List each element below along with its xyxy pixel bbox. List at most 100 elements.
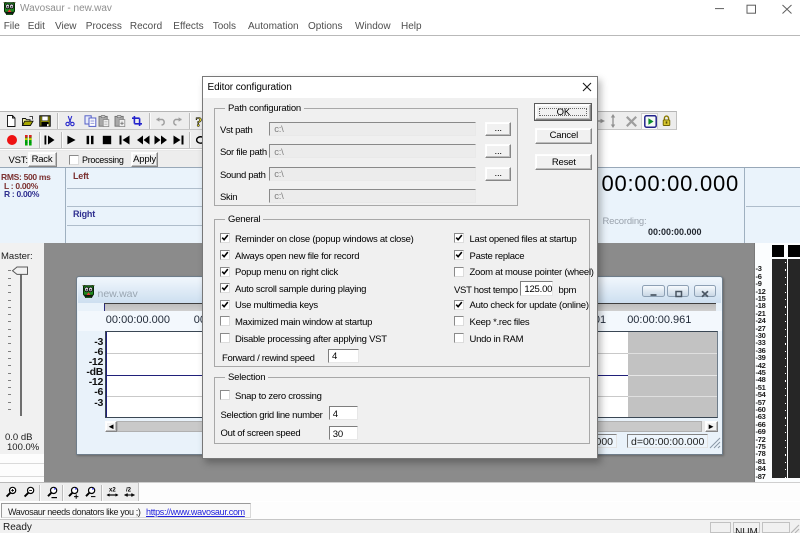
menu-item-process[interactable]: Process (86, 21, 122, 32)
general-left-3-checkbox[interactable] (220, 283, 230, 293)
play-icon[interactable] (65, 134, 77, 146)
general-right-0-checkbox[interactable] (454, 233, 464, 243)
path-browse-button[interactable]: ... (485, 167, 511, 181)
zoom-out-icon[interactable] (23, 486, 36, 499)
rms-right-value: R : 0.00% (4, 189, 39, 199)
menu-item-view[interactable]: View (55, 21, 77, 32)
processing-checkbox[interactable] (69, 155, 79, 165)
general-right-4-checkbox[interactable] (454, 300, 464, 310)
child-resize-grip[interactable] (709, 437, 721, 449)
general-right-1-checkbox[interactable] (454, 250, 464, 260)
menu-bar: File Edit View Process Record Effects Tools Aut… (0, 17, 800, 35)
menu-item-tools[interactable]: Tools (213, 21, 236, 32)
general-left-0-checkbox[interactable] (220, 233, 230, 243)
path-row-field[interactable]: c:\ (269, 189, 476, 203)
menu-item-record[interactable]: Record (130, 21, 162, 32)
menu-item-edit[interactable]: Edit (28, 21, 45, 32)
undo-icon[interactable] (154, 115, 167, 127)
trim-icon[interactable] (131, 115, 143, 127)
zoom-half-icon[interactable]: /2 (123, 486, 136, 499)
copy-icon[interactable] (84, 115, 97, 127)
delete-x-icon[interactable] (625, 115, 638, 128)
child-restore-button[interactable] (667, 285, 690, 297)
play-start-icon[interactable] (43, 134, 56, 146)
path-browse-button[interactable]: ... (485, 122, 511, 136)
general-left-4-checkbox[interactable] (220, 300, 230, 310)
rack-button[interactable]: Rack (28, 152, 57, 167)
menu-item-help[interactable]: Help (401, 21, 422, 32)
vst-host-tempo-input[interactable]: 125.00 (520, 281, 553, 296)
general-left-5-checkbox[interactable] (220, 316, 230, 326)
zoom-x2-icon[interactable]: x2 (106, 486, 119, 499)
save-icon[interactable] (39, 115, 51, 127)
screen-speed-input[interactable]: 30 (329, 426, 358, 440)
general-left-3-label: Auto scroll sample during playing (235, 284, 366, 295)
open-folder-icon[interactable] (21, 115, 34, 127)
minimize-button[interactable] (705, 0, 735, 17)
zoom-sel-icon[interactable] (46, 486, 59, 499)
paste-new-icon[interactable] (114, 115, 126, 127)
cut-icon[interactable] (64, 115, 76, 127)
general-left-2-checkbox[interactable] (220, 267, 230, 277)
general-left-6-checkbox[interactable] (220, 333, 230, 343)
close-button[interactable] (774, 0, 800, 17)
pause-icon[interactable] (84, 134, 96, 146)
meter-dash (785, 454, 787, 455)
go-start-icon[interactable] (118, 134, 131, 146)
status-bar: Ready NUM (0, 519, 800, 533)
dialog-title-bar[interactable]: Editor configuration (203, 77, 597, 98)
playback-cursor (106, 332, 107, 418)
toolbar-separator (62, 485, 64, 501)
general-right-6-checkbox[interactable] (454, 333, 464, 343)
menu-item-automation[interactable]: Automation (248, 21, 299, 32)
general-right-2-checkbox[interactable] (454, 267, 464, 277)
scroll-left-button[interactable]: ◄ (105, 421, 117, 432)
meter-dash (785, 306, 787, 307)
menu-item-file[interactable]: File (4, 21, 20, 32)
menu-item-effects[interactable]: Effects (173, 21, 203, 32)
menu-item-options[interactable]: Options (308, 21, 342, 32)
path-browse-button[interactable]: ... (485, 144, 511, 158)
child-minimize-button[interactable] (642, 285, 665, 297)
meter-dash (785, 373, 787, 374)
meter-tick-dashes (755, 243, 800, 519)
forward-speed-input[interactable]: 4 (328, 349, 359, 364)
record-icon[interactable] (6, 134, 18, 146)
zoom-in-icon[interactable] (5, 486, 18, 499)
snap-to-zero-checkbox[interactable] (220, 390, 230, 400)
zoom-in-sel-icon[interactable] (67, 486, 80, 499)
maximize-button[interactable] (739, 0, 769, 17)
donators-link[interactable]: https://www.wavosaur.com (146, 507, 245, 517)
grid-line-input[interactable]: 4 (329, 406, 358, 420)
path-row-field[interactable]: c:\ (269, 167, 476, 181)
new-file-icon[interactable] (5, 115, 17, 127)
reset-button[interactable]: Reset (535, 154, 592, 170)
general-right-5-checkbox[interactable] (454, 316, 464, 326)
window-resize-grip[interactable] (790, 524, 800, 533)
zoom-toolbar: x2/2 (0, 482, 139, 502)
fader-tick (8, 300, 12, 301)
donators-bar: Wavosaur needs donators like you ;) http… (0, 502, 800, 519)
dialog-close-icon[interactable] (582, 82, 592, 92)
ok-button[interactable]: OK (534, 103, 592, 121)
path-row-field[interactable]: c:\ (269, 144, 476, 158)
paste-icon[interactable] (98, 115, 110, 127)
forward-icon[interactable] (154, 134, 168, 146)
vst-play-icon[interactable] (644, 115, 657, 128)
path-row-field[interactable]: c:\ (269, 122, 476, 136)
monitor-icon[interactable] (22, 134, 34, 146)
cancel-button[interactable]: Cancel (535, 128, 592, 144)
lock-icon[interactable] (661, 115, 672, 127)
general-left-1-checkbox[interactable] (220, 250, 230, 260)
menu-item-window[interactable]: Window (355, 21, 391, 32)
stop-icon[interactable] (101, 134, 113, 146)
child-close-button[interactable] (694, 285, 716, 297)
rewind-icon[interactable] (136, 134, 150, 146)
go-end-icon[interactable] (172, 134, 185, 146)
redo-icon[interactable] (171, 115, 184, 127)
zoom-out-sel-icon[interactable] (84, 486, 97, 499)
apply-button[interactable]: Apply (131, 152, 158, 167)
scroll-right-button[interactable]: ► (705, 421, 718, 432)
fader-thumb[interactable] (10, 266, 30, 276)
arrow-updown-icon[interactable] (608, 114, 618, 128)
